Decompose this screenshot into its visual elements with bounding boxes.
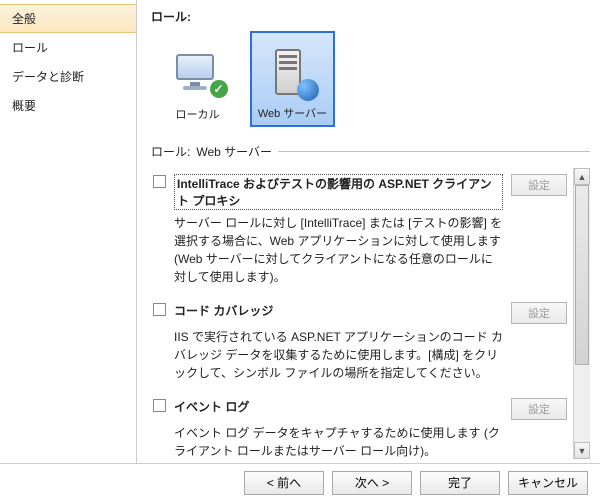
sidebar-item-general[interactable]: 全般 (0, 4, 136, 33)
configure-button[interactable]: 設定 (511, 302, 567, 324)
wizard-footer: < 前へ 次へ > 完了 キャンセル (0, 463, 600, 501)
sidebar-label: 概要 (12, 99, 36, 113)
role-tile-web-server[interactable]: Web サーバー (250, 31, 335, 127)
local-machine-icon: ✓ (176, 54, 220, 96)
fieldset-prefix: ロール: (151, 143, 190, 160)
checkbox[interactable] (153, 175, 166, 188)
checkmark-icon: ✓ (210, 80, 228, 98)
setting-desc: サーバー ロールに対し [IntelliTrace] または [テストの影響] … (174, 214, 567, 286)
sidebar-item-summary[interactable]: 概要 (0, 91, 136, 120)
sidebar-label: 全般 (12, 12, 36, 26)
fieldset-label: ロール: Web サーバー (151, 143, 590, 160)
setting-desc: IIS で実行されている ASP.NET アプリケーションのコード カバレッジ … (174, 328, 567, 382)
scrollbar[interactable]: ▲ ▼ (573, 168, 590, 459)
checkbox[interactable] (153, 303, 166, 316)
cancel-button[interactable]: キャンセル (508, 471, 588, 495)
settings-list: IntelliTrace およびテストの影響用の ASP.NET クライアント … (151, 168, 573, 459)
main-panel: ロール: ✓ ローカル Web サーバー (137, 0, 600, 463)
role-caption: Web サーバー (258, 105, 327, 121)
configure-button[interactable]: 設定 (511, 398, 567, 420)
scroll-up-button[interactable]: ▲ (574, 168, 590, 185)
setting-item-code-coverage: コード カバレッジ 設定 IIS で実行されている ASP.NET アプリケーシ… (151, 296, 569, 392)
setting-title: イベント ログ (174, 398, 503, 415)
sidebar-item-roles[interactable]: ロール (0, 33, 136, 62)
scroll-down-button[interactable]: ▼ (574, 442, 590, 459)
setting-title: コード カバレッジ (174, 302, 503, 319)
setting-desc: イベント ログ データをキャプチャするために使用します (クライアント ロールま… (174, 424, 567, 459)
checkbox[interactable] (153, 399, 166, 412)
roles-heading: ロール: (151, 8, 590, 25)
sidebar: 全般 ロール データと診断 概要 (0, 0, 137, 463)
role-tile-local[interactable]: ✓ ローカル (155, 31, 240, 127)
scroll-thumb[interactable] (575, 185, 589, 365)
configure-button[interactable]: 設定 (511, 174, 567, 196)
sidebar-label: ロール (12, 41, 48, 55)
fieldset-current-role: Web サーバー (196, 143, 272, 160)
setting-item-aspnet-proxy: IntelliTrace およびテストの影響用の ASP.NET クライアント … (151, 168, 569, 296)
setting-title: IntelliTrace およびテストの影響用の ASP.NET クライアント … (174, 174, 503, 210)
scroll-track[interactable] (574, 185, 590, 442)
sidebar-label: データと診断 (12, 70, 84, 84)
globe-icon (297, 79, 319, 101)
prev-button[interactable]: < 前へ (244, 471, 324, 495)
web-server-icon (271, 47, 315, 99)
setting-item-event-log: イベント ログ 設定 イベント ログ データをキャプチャするために使用します (… (151, 392, 569, 459)
next-button[interactable]: 次へ > (332, 471, 412, 495)
sidebar-item-data-diagnostics[interactable]: データと診断 (0, 62, 136, 91)
finish-button[interactable]: 完了 (420, 471, 500, 495)
role-caption: ローカル (176, 106, 220, 122)
roles-row: ✓ ローカル Web サーバー (151, 31, 590, 127)
